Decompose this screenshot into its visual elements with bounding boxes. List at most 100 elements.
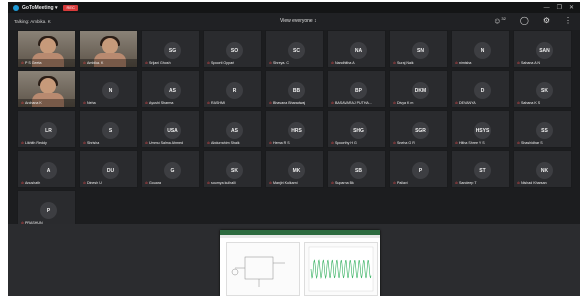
participant-tile[interactable]: SO ⊘ Spoorti Oppari xyxy=(203,30,262,68)
participant-name-label: Gouara xyxy=(149,181,162,185)
layout-selector[interactable]: View everyone ↕ xyxy=(280,18,317,24)
participant-tile[interactable]: ⊘ Archana K xyxy=(17,70,76,108)
muted-mic-icon: ⊘ xyxy=(331,141,335,145)
participant-tile[interactable]: USA ⊘ Ummu Salma Ahmed xyxy=(141,110,200,148)
participant-tile[interactable]: DU ⊘ Dinesh U xyxy=(79,150,138,188)
participant-tile[interactable]: BB ⊘ Bhavana Bharadwaj xyxy=(265,70,324,108)
participant-tile[interactable]: LR ⊘ Likhith Reddy xyxy=(17,110,76,148)
participant-tile[interactable]: P ⊘ Pallavi xyxy=(389,150,448,188)
more-menu-icon[interactable]: ⋮ xyxy=(564,16,572,26)
participant-tile[interactable]: SG ⊘ Srijani Ghosh xyxy=(141,30,200,68)
avatar: LR xyxy=(40,122,57,139)
participant-tile[interactable]: S ⊘ Shrisha xyxy=(79,110,138,148)
participant-name: ⊘ Nandhitha A xyxy=(331,61,355,65)
participant-name: ⊘ Sahana K S xyxy=(517,101,540,105)
participant-tile[interactable]: DKM ⊘ Divya K m xyxy=(389,70,448,108)
participant-name-label: Divya K m xyxy=(397,101,414,105)
avatar: A xyxy=(40,162,57,179)
participant-tile[interactable]: BP ⊘ BASAVARAJ PUTHA... xyxy=(327,70,386,108)
participant-name: ⊘ DEVANYA xyxy=(455,101,476,105)
participant-name: ⊘ Anushath xyxy=(21,181,40,185)
participant-name-label: Manjiri Kulkarni xyxy=(273,181,298,185)
settings-icon[interactable]: ⚙ xyxy=(543,16,550,26)
participant-tile[interactable]: SHG ⊘ Spoorthy H G xyxy=(327,110,386,148)
participant-tile[interactable]: R ⊘ RASHMI xyxy=(203,70,262,108)
participant-tile[interactable]: SK ⊘ Sahana K S xyxy=(513,70,572,108)
close-icon[interactable]: ✕ xyxy=(569,4,574,11)
avatar: SC xyxy=(288,42,305,59)
avatar: S xyxy=(102,122,119,139)
avatar: SB xyxy=(350,162,367,179)
participant-tile[interactable]: AS ⊘ Abdurrahim Shaik xyxy=(203,110,262,148)
participant-name-label: Likhith Reddy xyxy=(25,141,47,145)
avatar: R xyxy=(226,82,243,99)
avatar: NA xyxy=(350,42,367,59)
participant-name-label: Nishad Kharsan xyxy=(521,181,547,185)
participant-name: ⊘ Sahana A N xyxy=(517,61,540,65)
participant-tile[interactable]: SN ⊘ Suraj Naik xyxy=(389,30,448,68)
muted-mic-icon: ⊘ xyxy=(331,101,335,105)
gotomeeting-logo-icon xyxy=(13,4,19,11)
participant-tile[interactable]: SAN ⊘ Sahana A N xyxy=(513,30,572,68)
participant-name-label: nimisha xyxy=(459,61,472,65)
avatar: SS xyxy=(536,122,553,139)
muted-mic-icon: ⊘ xyxy=(21,141,25,145)
avatar: MK xyxy=(288,162,305,179)
participant-name-label: Suparna Bk xyxy=(335,181,354,185)
participant-name: ⊘ Likhith Reddy xyxy=(21,141,47,145)
participants-icon[interactable]: ☺32 xyxy=(493,16,506,26)
avatar: SHG xyxy=(350,122,367,139)
muted-mic-icon: ⊘ xyxy=(269,61,273,65)
participant-tile[interactable]: D ⊘ DEVANYA xyxy=(451,70,510,108)
participant-tile[interactable]: HRS ⊘ Hema R S xyxy=(265,110,324,148)
avatar: SAN xyxy=(536,42,553,59)
participant-tile[interactable]: SGR ⊘ Sneha G R xyxy=(389,110,448,148)
participant-tile[interactable]: SK ⊘ soumya kulhalli xyxy=(203,150,262,188)
title-bar: GoToMeeting ▾ REC — ❐ ✕ xyxy=(8,2,580,13)
participant-tile[interactable]: MK ⊘ Manjiri Kulkarni xyxy=(265,150,324,188)
avatar: SGR xyxy=(412,122,429,139)
participant-tile[interactable]: SS ⊘ Shashidhar S xyxy=(513,110,572,148)
muted-mic-icon: ⊘ xyxy=(517,101,521,105)
participant-tile[interactable]: ⊘ Ambika. K xyxy=(79,30,138,68)
avatar: AS xyxy=(164,82,181,99)
participant-tile[interactable]: HSYS ⊘ Hitha Shree Y S xyxy=(451,110,510,148)
minimize-icon[interactable]: — xyxy=(544,5,550,11)
avatar: SG xyxy=(164,42,181,59)
chat-bubble-icon[interactable]: ◯ xyxy=(520,16,529,26)
participant-name-label: Ummu Salma Ahmed xyxy=(149,141,183,145)
participant-name-label: Dinesh U xyxy=(87,181,102,185)
avatar: USA xyxy=(164,122,181,139)
screen-share-area xyxy=(8,224,580,296)
participant-tile[interactable]: N ⊘ nimisha xyxy=(451,30,510,68)
app-title-menu[interactable]: GoToMeeting ▾ xyxy=(22,5,57,11)
participant-tile[interactable]: AS ⊘ Ayushi Sharma xyxy=(141,70,200,108)
participant-tile[interactable]: G ⊘ Gouara xyxy=(141,150,200,188)
muted-mic-icon: ⊘ xyxy=(331,181,335,185)
participant-tile[interactable]: N ⊘ Neha xyxy=(79,70,138,108)
participant-name: ⊘ Bhavana Bharadwaj xyxy=(269,101,305,105)
participant-name: ⊘ Ummu Salma Ahmed xyxy=(145,141,183,145)
avatar: HSYS xyxy=(474,122,491,139)
participant-name-label: Sahana A N xyxy=(521,61,540,65)
participant-tile[interactable]: NA ⊘ Nandhitha A xyxy=(327,30,386,68)
avatar: BB xyxy=(288,82,305,99)
participant-tile[interactable]: A ⊘ Anushath xyxy=(17,150,76,188)
waveform-plot xyxy=(308,246,374,292)
shared-screen[interactable] xyxy=(220,230,380,296)
participant-tile[interactable]: SC ⊘ Shreya. C xyxy=(265,30,324,68)
participant-tile[interactable]: NK ⊘ Nishad Kharsan xyxy=(513,150,572,188)
participant-tile[interactable]: ST ⊘ Sandeep T xyxy=(451,150,510,188)
participant-tile[interactable]: SB ⊘ Suparna Bk xyxy=(327,150,386,188)
participant-name: ⊘ Nishad Kharsan xyxy=(517,181,547,185)
participant-tile[interactable]: P ⊘ PRASHUN xyxy=(17,190,76,228)
maximize-icon[interactable]: ❐ xyxy=(557,4,562,11)
meeting-window: GoToMeeting ▾ REC — ❐ ✕ Talking: Ambika.… xyxy=(8,2,580,296)
participant-name-label: Neha xyxy=(87,101,96,105)
participant-name-label: Srijani Ghosh xyxy=(149,61,171,65)
participant-name: ⊘ Ayushi Sharma xyxy=(145,101,173,105)
muted-mic-icon: ⊘ xyxy=(145,141,149,145)
participant-tile[interactable]: ⊘ P S Geeta xyxy=(17,30,76,68)
avatar: SO xyxy=(226,42,243,59)
avatar: NK xyxy=(536,162,553,179)
